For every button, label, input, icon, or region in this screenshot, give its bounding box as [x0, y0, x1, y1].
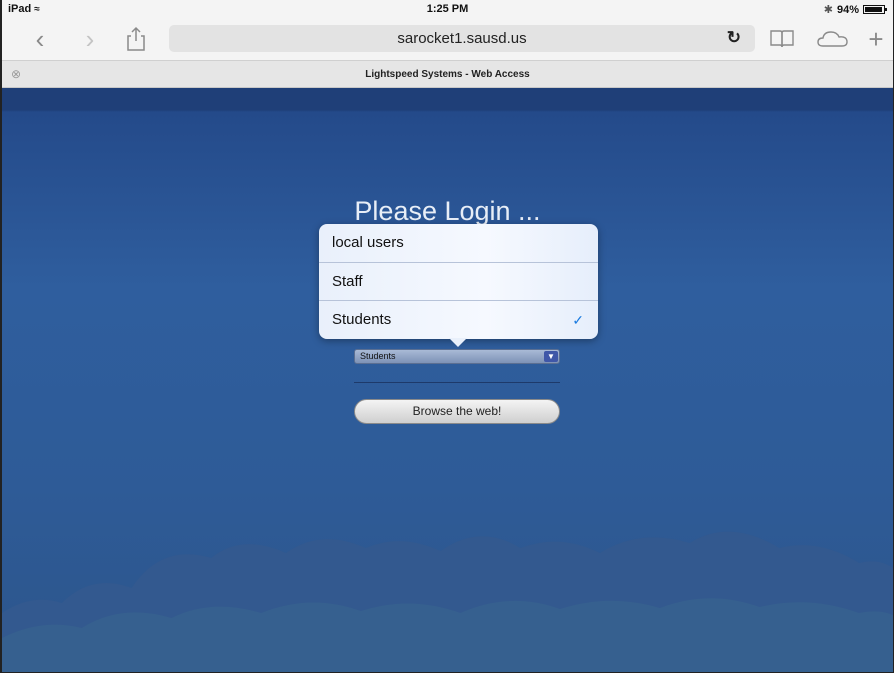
clouds-background — [2, 531, 893, 672]
share-icon[interactable] — [122, 24, 150, 54]
dropdown-arrow-icon: ▼ — [544, 351, 558, 362]
select-value: Students — [360, 351, 396, 361]
page-heading: Please Login ... — [354, 196, 541, 226]
forward-icon[interactable]: › — [76, 24, 104, 54]
option-students[interactable]: Students ✓ — [319, 300, 598, 338]
option-label: local users — [332, 234, 404, 251]
new-tab-icon[interactable]: + — [862, 24, 890, 54]
divider — [354, 382, 560, 383]
bookmarks-icon[interactable] — [768, 24, 796, 54]
checkmark-icon: ✓ — [572, 312, 584, 328]
url-text: sarocket1.sausd.us — [397, 30, 527, 47]
status-bar: iPad ≈ 1:25 PM ✱ 94% — [2, 0, 893, 18]
battery-status: ✱ 94% — [823, 3, 887, 16]
clock: 1:25 PM — [426, 3, 469, 15]
option-staff[interactable]: Staff — [319, 262, 598, 300]
tab-bar: ⊗ Lightspeed Systems - Web Access — [2, 60, 893, 88]
browse-button[interactable]: Browse the web! — [354, 399, 560, 424]
cloud-tabs-icon[interactable] — [816, 24, 850, 54]
user-type-picker: local users Staff Students ✓ — [319, 224, 598, 347]
option-local-users[interactable]: local users — [319, 224, 598, 262]
ipad-screen: iPad ≈ 1:25 PM ✱ 94% ‹ › sarocket1.sausd… — [0, 0, 894, 673]
tab-title[interactable]: Lightspeed Systems - Web Access — [2, 69, 893, 80]
battery-icon — [863, 5, 887, 14]
battery-percent: 94% — [836, 3, 859, 16]
user-type-select[interactable]: Students ▼ — [354, 349, 560, 364]
back-icon[interactable]: ‹ — [26, 24, 54, 54]
option-label: Staff — [332, 273, 363, 290]
option-label: Students — [332, 311, 392, 328]
web-page: Please Login ... local users Staff Stude… — [2, 88, 893, 672]
bluetooth-icon: ✱ — [823, 4, 833, 16]
browser-toolbar: ‹ › sarocket1.sausd.us ↻ + — [2, 18, 893, 60]
reload-icon[interactable]: ↻ — [727, 28, 741, 48]
popover-arrow — [449, 338, 467, 347]
address-bar[interactable]: sarocket1.sausd.us ↻ — [169, 25, 755, 52]
